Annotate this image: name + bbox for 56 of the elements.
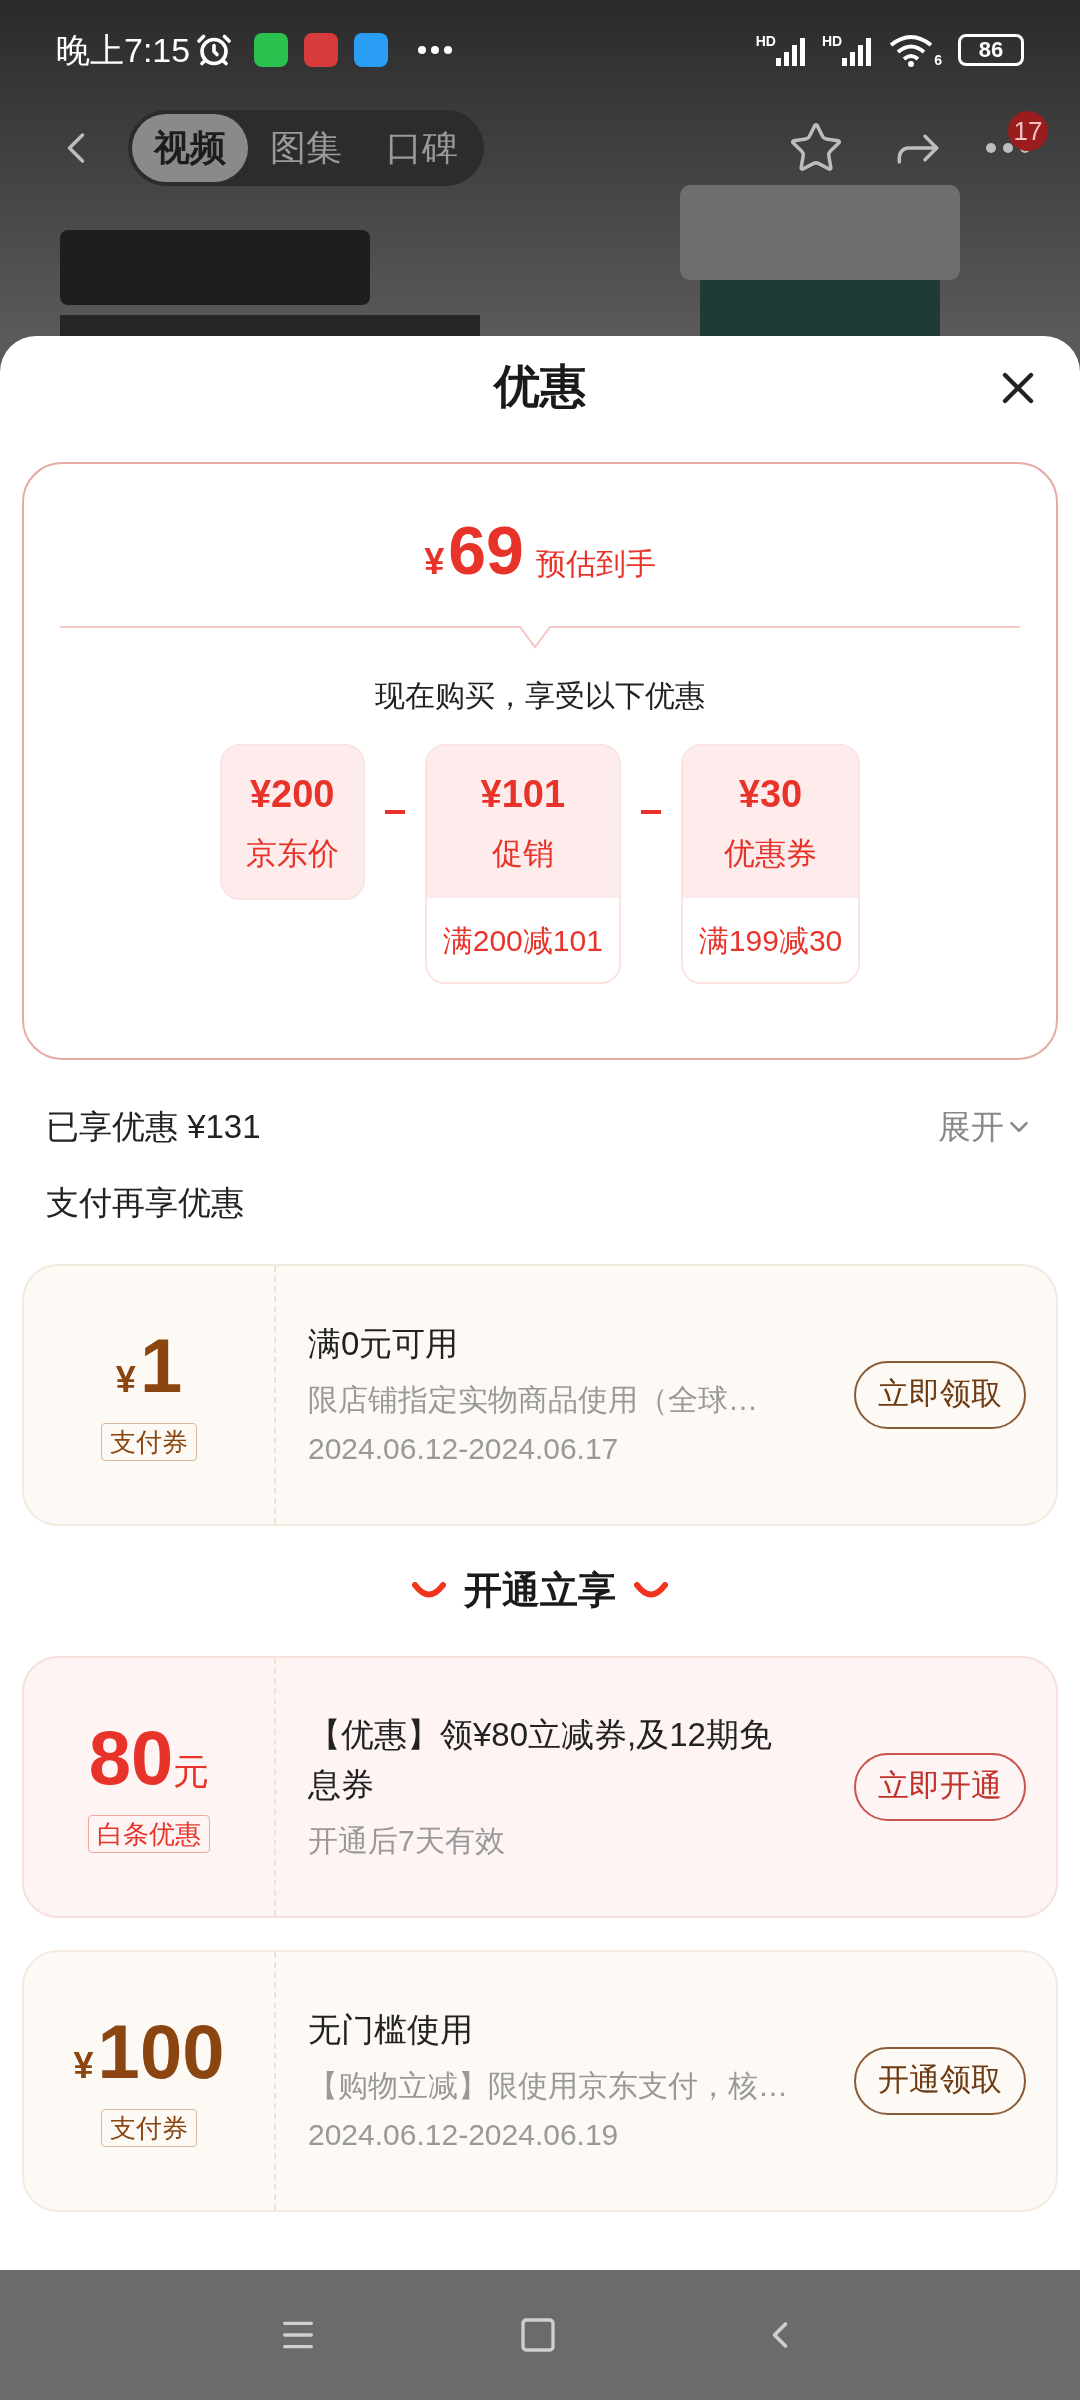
currency-symbol: ¥ xyxy=(424,540,445,584)
coupon-unit: 元 xyxy=(173,1750,210,1794)
estimated-price: 69 xyxy=(448,516,524,584)
tab[interactable]: 视频 xyxy=(132,114,248,182)
minus-icon xyxy=(384,810,405,814)
claim-button[interactable]: 开通领取 xyxy=(854,2046,1026,2115)
status-time: 晚上7:15 xyxy=(56,29,191,71)
more-icon xyxy=(418,46,453,54)
claim-button[interactable]: 立即开通 xyxy=(854,1752,1026,1821)
coupon-description: 限店铺指定实物商品使用（全球… xyxy=(308,1381,759,1418)
coupon-type-tag: 支付券 xyxy=(101,1423,197,1461)
coupon-type-tag: 白条优惠 xyxy=(88,1815,210,1853)
price-item-amount: ¥200 xyxy=(249,772,335,818)
wifi-icon xyxy=(888,33,935,67)
price-item-condition: 满200减101 xyxy=(442,922,603,959)
price-item-label: 优惠券 xyxy=(724,835,818,874)
home-icon[interactable] xyxy=(518,2315,558,2355)
coupon-description: 开通后7天有效 xyxy=(308,1823,506,1859)
discount-intro: 现在购买，享受以下优惠 xyxy=(375,678,705,714)
tab[interactable]: 口碑 xyxy=(364,114,480,182)
coupon-title: 无门槛使用 xyxy=(308,2009,474,2050)
currency-symbol: ¥ xyxy=(115,1358,136,1402)
price-item-label: 促销 xyxy=(491,835,554,874)
coupon-date: 2024.06.12-2024.06.19 xyxy=(308,2116,620,2153)
smile-icon xyxy=(412,1581,446,1600)
smile-icon xyxy=(634,1581,668,1600)
price-item-condition: 满199减30 xyxy=(698,922,843,959)
sheet-title: 优惠 xyxy=(494,358,586,414)
price-item-amount: ¥30 xyxy=(738,772,803,818)
coupon-type-tag: 支付券 xyxy=(101,2109,197,2147)
price-item-label: 京东价 xyxy=(245,835,339,874)
claim-button[interactable]: 立即领取 xyxy=(854,1360,1026,1429)
coupon-amount: 100 xyxy=(97,2014,225,2090)
battery-icon: 86 xyxy=(958,34,1024,66)
network-label: HD xyxy=(755,34,776,48)
coupon-date: 2024.06.12-2024.06.17 xyxy=(308,1430,620,1467)
app-icon xyxy=(354,33,389,67)
coupon-title: 【优惠】领¥80立减券,及12期免息券 xyxy=(308,1715,773,1805)
currency-symbol: ¥ xyxy=(73,2044,94,2088)
expand-button[interactable]: 展开 xyxy=(938,1102,1034,1152)
coupon-description: 【购物立减】限使用京东支付，核… xyxy=(308,2067,789,2104)
section-heading: 支付再享优惠 xyxy=(45,1183,245,1223)
section-heading: 开通立享 xyxy=(464,1568,616,1613)
estimated-price-label: 预估到手 xyxy=(535,546,656,582)
tab[interactable]: 图集 xyxy=(248,114,364,182)
alarm-icon xyxy=(196,32,233,68)
price-item-amount: ¥101 xyxy=(480,772,566,818)
app-icon xyxy=(304,33,339,67)
coupon-title: 满0元可用 xyxy=(308,1323,460,1364)
coupon-amount: 1 xyxy=(139,1328,183,1404)
wifi-label: 6 xyxy=(934,53,942,67)
app-icon xyxy=(254,33,289,67)
minus-icon xyxy=(640,810,661,814)
coupon-amount: 80 xyxy=(88,1720,174,1796)
network-label: HD xyxy=(821,34,843,48)
saved-amount: 已享优惠 ¥131 xyxy=(46,1107,261,1148)
